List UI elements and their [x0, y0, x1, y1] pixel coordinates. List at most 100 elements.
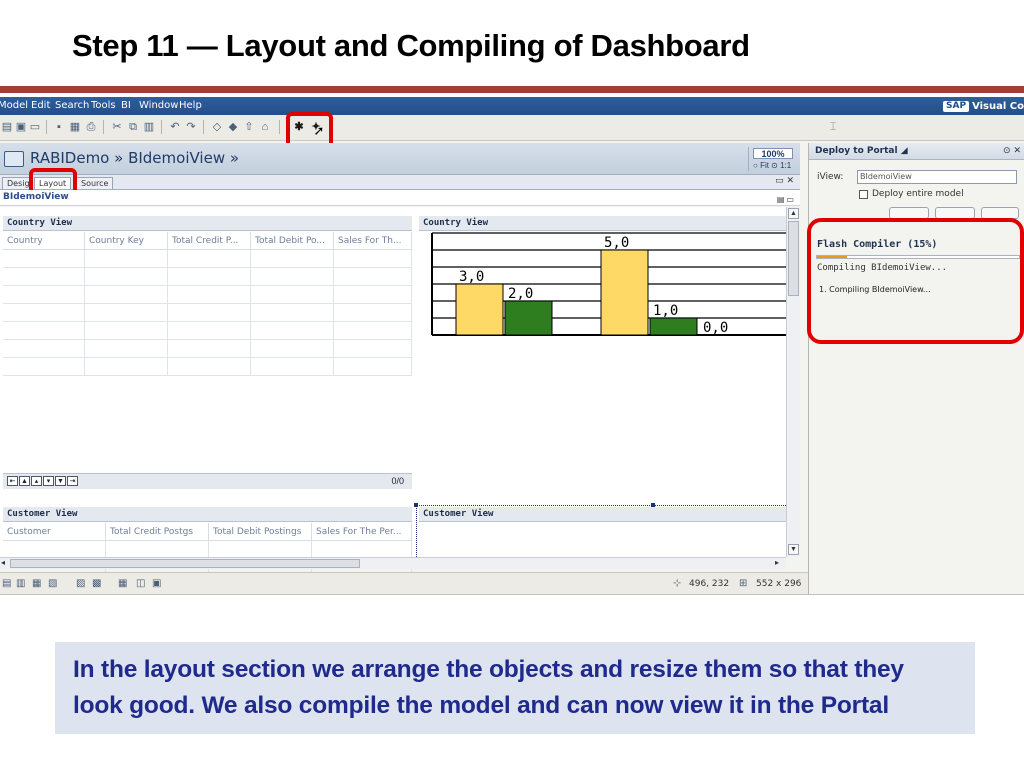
data-label: 3,0 [459, 269, 484, 285]
resize-handle[interactable] [651, 503, 655, 507]
zoom-control: 100% ○ Fit ⊙ 1:1 [748, 147, 796, 171]
country-table-header: Country Country Key Total Credit P... To… [3, 232, 412, 250]
redo-icon[interactable]: ↷ [184, 120, 198, 134]
align-right-icon[interactable]: ▦ [32, 578, 41, 589]
ratio-label: 1:1 [780, 161, 792, 170]
tab-source[interactable]: Source [76, 177, 114, 189]
scroll-left-icon[interactable]: ◂ [1, 558, 5, 567]
horizontal-scrollbar[interactable]: ◂ ▸ [0, 557, 786, 569]
size-readout: 552 x 296 [756, 579, 802, 589]
grid-icon[interactable]: ▦ [118, 578, 127, 589]
table-row[interactable] [3, 358, 412, 376]
product-name: Visual Co [972, 100, 1024, 112]
chart-bar [455, 283, 504, 336]
cut-icon[interactable]: ✂ [110, 120, 124, 134]
menu-search[interactable]: Search [55, 100, 89, 111]
table-row[interactable] [3, 250, 412, 268]
caption-text: In the layout section we arrange the obj… [73, 656, 904, 719]
menu-tools[interactable]: Tools [91, 100, 116, 111]
open-icon[interactable]: ▭ [28, 120, 42, 134]
table-row[interactable] [3, 322, 412, 340]
home-icon[interactable]: ⌂ [258, 120, 272, 134]
copy-icon[interactable]: ⧉ [126, 120, 140, 134]
zoom-level[interactable]: 100% [753, 148, 793, 159]
next-block-icon[interactable]: ▼ [55, 476, 66, 486]
resize-handle[interactable] [414, 503, 418, 507]
deploy-panel: Deploy to Portal ◢ ⊙ ✕ iView: BIdemoiVie… [808, 143, 1024, 594]
same-size-icon[interactable]: ▩ [92, 578, 101, 589]
align-left-icon[interactable]: ▤ [2, 578, 11, 589]
column-header[interactable]: Total Debit Po... [251, 232, 334, 249]
deploy-entire-label: Deploy entire model [872, 189, 964, 199]
column-header[interactable]: Country Key [85, 232, 168, 249]
data-label: 5,0 [604, 235, 629, 251]
customer-table-header: Customer Total Credit Postgs Total Debit… [3, 523, 412, 541]
column-header[interactable]: Total Debit Postings [209, 523, 312, 540]
scroll-thumb[interactable] [788, 221, 799, 296]
panel-help-close-icon[interactable]: ⊙ ✕ [1003, 143, 1021, 159]
table-row[interactable] [3, 340, 412, 358]
column-header[interactable]: Sales For Th... [334, 232, 412, 249]
next-page-icon[interactable]: ▾ [43, 476, 54, 486]
table-row[interactable] [3, 286, 412, 304]
tab-design[interactable]: Design [2, 177, 30, 189]
column-header[interactable]: Customer [3, 523, 106, 540]
last-page-icon[interactable]: ⇥ [67, 476, 78, 486]
menu-model[interactable]: Model [0, 100, 28, 111]
open-folder-icon[interactable]: ▣ [14, 120, 28, 134]
editor-tabs: Design Layout Source ▭ ✕ [0, 175, 800, 190]
chart-bar [600, 249, 649, 336]
new-model-icon[interactable]: ▤ [0, 120, 14, 134]
deploy-entire-checkbox[interactable] [859, 190, 868, 199]
prev-page-icon[interactable]: ▴ [31, 476, 42, 486]
first-page-icon[interactable]: ⇤ [7, 476, 18, 486]
country-chart-title: Country View [419, 216, 786, 231]
customer-table-title: Customer View [3, 507, 412, 522]
fit-options[interactable]: ○ Fit ⊙ 1:1 [753, 161, 791, 170]
print-icon[interactable]: ⎙ [84, 120, 98, 134]
align-top-icon[interactable]: ▧ [48, 578, 57, 589]
breadcrumb[interactable]: RABIDemo » BIdemoiView » [30, 149, 239, 167]
menu-bar: Model Edit Search Tools BI Window Help S… [0, 97, 1024, 115]
layers-icon[interactable]: ▣ [152, 578, 161, 589]
text-cursor-icon: ⌶ [829, 121, 837, 133]
menu-window[interactable]: Window [139, 100, 178, 111]
country-table-pager: ⇤ ▲ ▴ ▾ ▼ ⇥ 0/0 [3, 473, 412, 489]
pager-nav: ⇤ ▲ ▴ ▾ ▼ ⇥ [7, 476, 78, 486]
scroll-up-icon[interactable]: ▲ [788, 208, 799, 219]
table-row[interactable] [3, 268, 412, 286]
data-label: 2,0 [508, 286, 533, 302]
scroll-right-icon[interactable]: ▸ [775, 558, 779, 567]
column-header[interactable]: Sales For The Per... [312, 523, 412, 540]
undo-icon[interactable]: ↶ [168, 120, 182, 134]
brand-logo: SAP Visual Co [943, 99, 1024, 113]
forward-icon[interactable]: ◆ [226, 120, 240, 134]
toolbar-separator [46, 120, 47, 134]
distribute-icon[interactable]: ▨ [76, 578, 85, 589]
align-center-icon[interactable]: ▥ [16, 578, 25, 589]
column-header[interactable]: Total Credit Postgs [106, 523, 209, 540]
menu-edit[interactable]: Edit [31, 100, 50, 111]
snap-icon[interactable]: ◫ [136, 578, 145, 589]
chart-bar [649, 317, 698, 336]
iview-field[interactable]: BIdemoiView [857, 170, 1017, 184]
save-all-icon[interactable]: ▦ [68, 120, 82, 134]
menu-help[interactable]: Help [179, 100, 202, 111]
vertical-scrollbar[interactable]: ▲ ▼ [786, 207, 800, 557]
menu-bi[interactable]: BI [121, 100, 131, 111]
view-buttons[interactable]: ▤▭ [777, 192, 796, 207]
table-row[interactable] [3, 304, 412, 322]
up-icon[interactable]: ⇧ [242, 120, 256, 134]
prev-block-icon[interactable]: ▲ [19, 476, 30, 486]
page-count: 0/0 [391, 476, 404, 486]
paste-icon[interactable]: ▥ [142, 120, 156, 134]
scroll-thumb[interactable] [10, 559, 360, 568]
position-readout: 496, 232 [689, 579, 730, 589]
column-header[interactable]: Country [3, 232, 85, 249]
back-icon[interactable]: ◇ [210, 120, 224, 134]
window-controls[interactable]: ▭ ✕ [775, 176, 794, 186]
scroll-down-icon[interactable]: ▼ [788, 544, 799, 555]
column-header[interactable]: Total Credit P... [168, 232, 251, 249]
title-rule [0, 86, 1024, 93]
save-icon[interactable]: ▪ [52, 120, 66, 134]
